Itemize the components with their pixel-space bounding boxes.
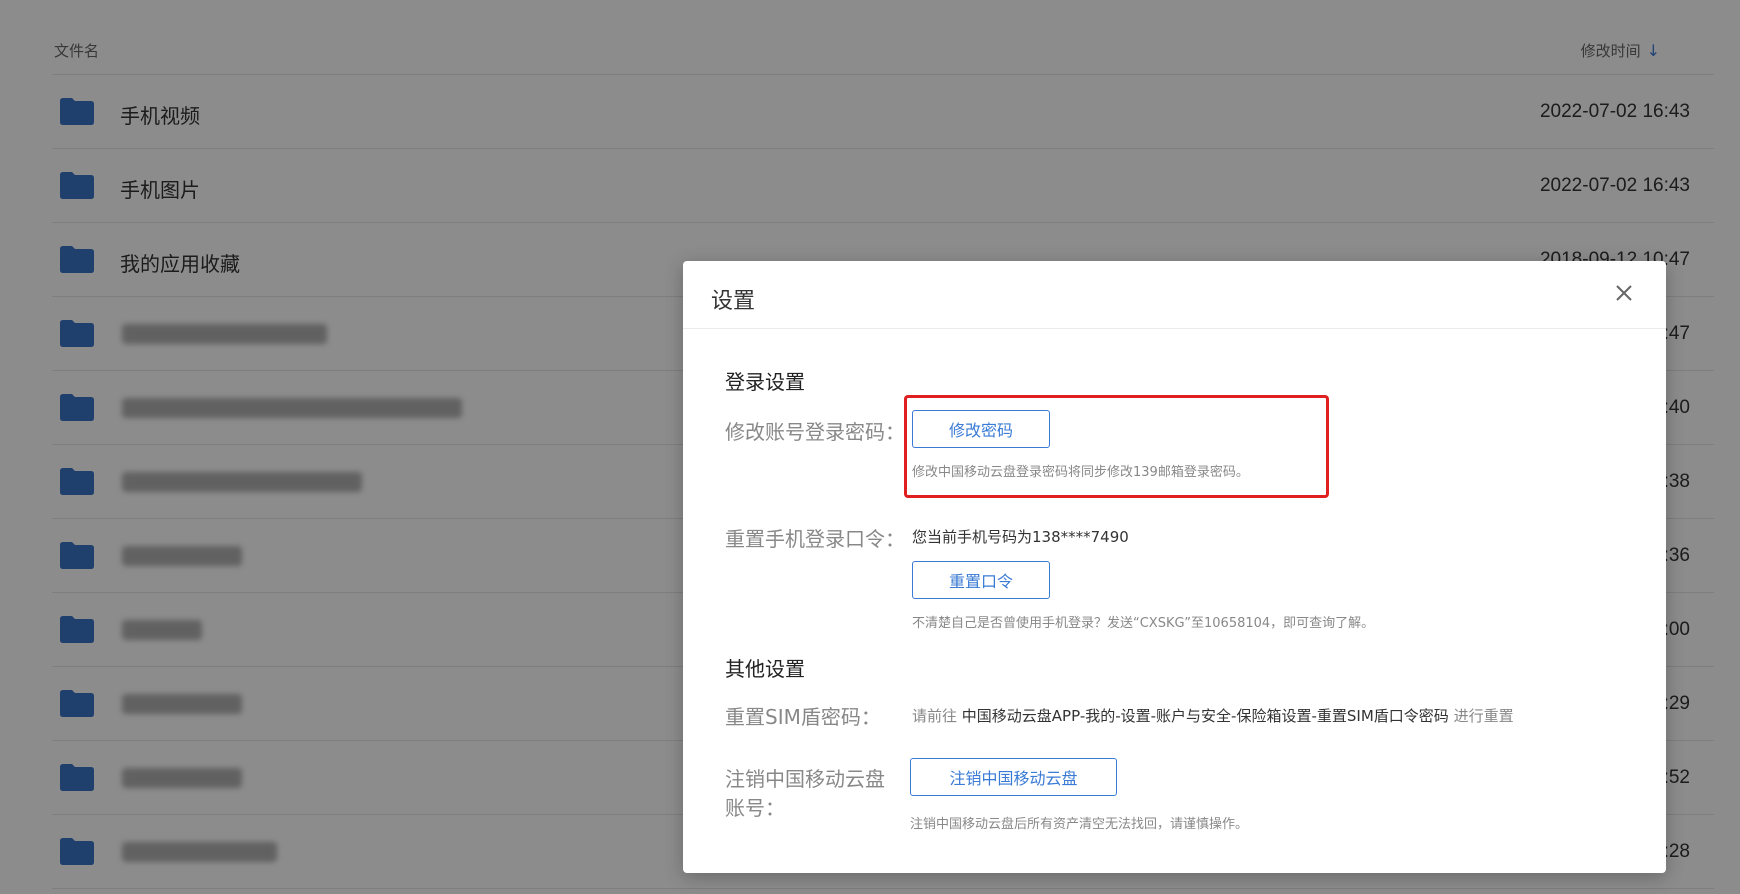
reset-phone-label: 重置手机登录口令：: [725, 527, 905, 551]
cancel-account-button[interactable]: 注销中国移动云盘: [910, 758, 1117, 796]
dialog-header: 设置: [683, 261, 1666, 329]
reset-phone-button[interactable]: 重置口令: [912, 561, 1050, 599]
reset-sim-suffix: 进行重置: [1453, 707, 1514, 725]
current-phone-text: 您当前手机号码为138****7490: [912, 528, 1129, 546]
cancel-account-hint: 注销中国移动云盘后所有资产清空无法找回，请谨慎操作。: [910, 817, 1249, 832]
reset-sim-label: 重置SIM盾密码：: [725, 705, 881, 729]
cancel-account-label-line1: 注销中国移动云盘: [725, 767, 885, 791]
reset-sim-prefix: 请前往: [912, 707, 958, 725]
change-password-button[interactable]: 修改密码: [912, 410, 1050, 448]
change-password-label: 修改账号登录密码：: [725, 420, 905, 444]
close-icon[interactable]: [1612, 281, 1636, 305]
dialog-title: 设置: [711, 289, 756, 314]
reset-sim-instruction: 请前往 中国移动云盘APP-我的-设置-账户与安全-保险箱设置-重置SIM盾口令…: [912, 705, 1514, 726]
other-settings-title: 其他设置: [725, 657, 805, 681]
login-settings-title: 登录设置: [725, 370, 805, 394]
cancel-account-label-line2: 账号：: [725, 796, 785, 820]
change-password-hint: 修改中国移动云盘登录密码将同步修改139邮箱登录密码。: [912, 465, 1249, 480]
reset-sim-path: 中国移动云盘APP-我的-设置-账户与安全-保险箱设置-重置SIM盾口令密码: [961, 707, 1449, 725]
reset-phone-hint: 不清楚自己是否曾使用手机登录？发送“CXSKG”至10658104，即可查询了解…: [912, 616, 1375, 631]
settings-dialog: 设置 登录设置 修改账号登录密码： 修改密码 修改中国移动云盘登录密码将同步修改…: [683, 261, 1666, 873]
